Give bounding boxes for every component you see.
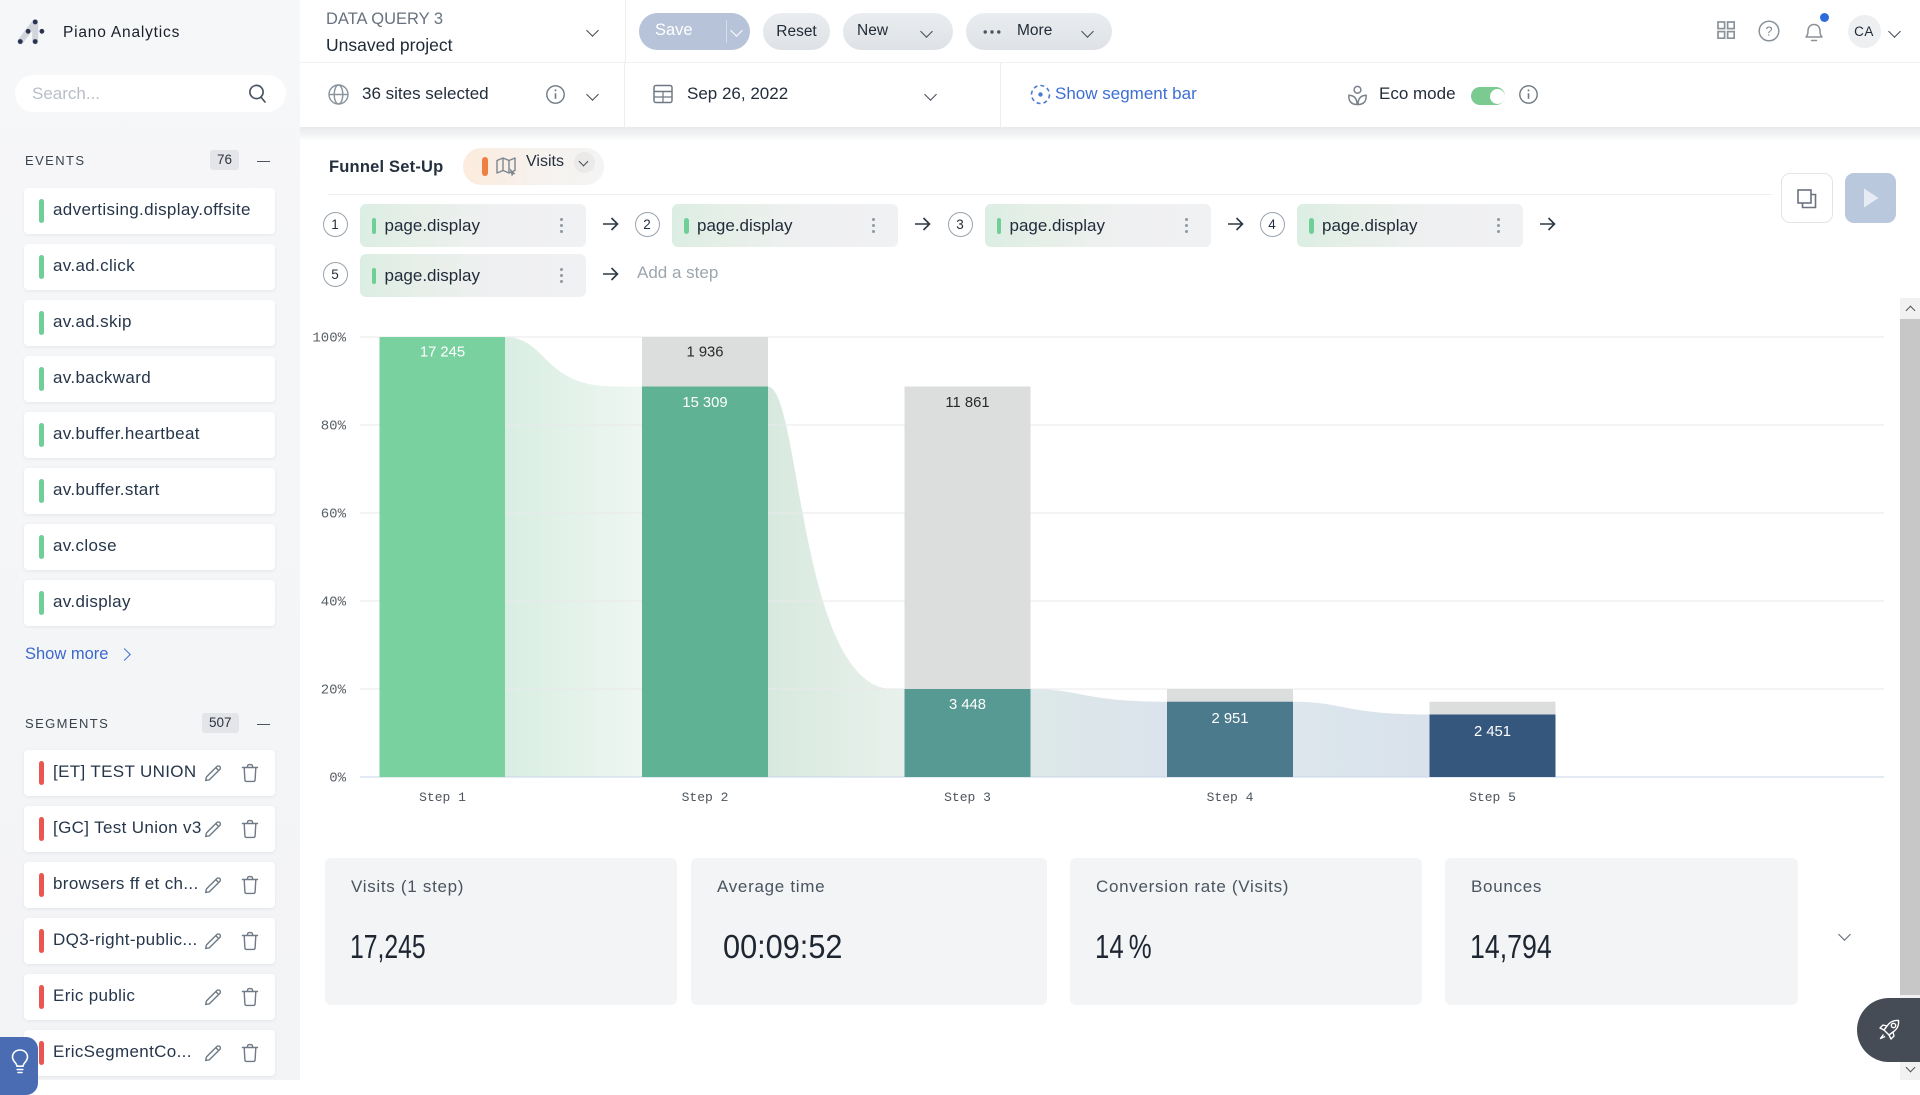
svg-text:80%: 80% — [321, 419, 347, 435]
svg-text:40%: 40% — [321, 595, 347, 611]
svg-text:17 245: 17 245 — [420, 345, 465, 361]
svg-text:Step 2: Step 2 — [682, 790, 729, 805]
svg-text:1 936: 1 936 — [686, 345, 723, 361]
svg-text:Step 1: Step 1 — [419, 790, 466, 805]
svg-text:Step 4: Step 4 — [1207, 790, 1254, 805]
svg-text:3 448: 3 448 — [949, 697, 986, 713]
svg-text:100%: 100% — [312, 331, 346, 347]
svg-text:?: ? — [1766, 25, 1773, 39]
svg-text:20%: 20% — [321, 683, 347, 699]
svg-text:2 951: 2 951 — [1211, 711, 1248, 727]
svg-text:Step 5: Step 5 — [1469, 790, 1516, 805]
svg-text:15 309: 15 309 — [682, 395, 727, 411]
svg-text:0%: 0% — [329, 771, 346, 787]
svg-text:60%: 60% — [321, 507, 347, 523]
svg-text:Step 3: Step 3 — [944, 790, 991, 805]
svg-text:2 451: 2 451 — [1474, 724, 1511, 740]
svg-text:11 861: 11 861 — [945, 395, 989, 411]
